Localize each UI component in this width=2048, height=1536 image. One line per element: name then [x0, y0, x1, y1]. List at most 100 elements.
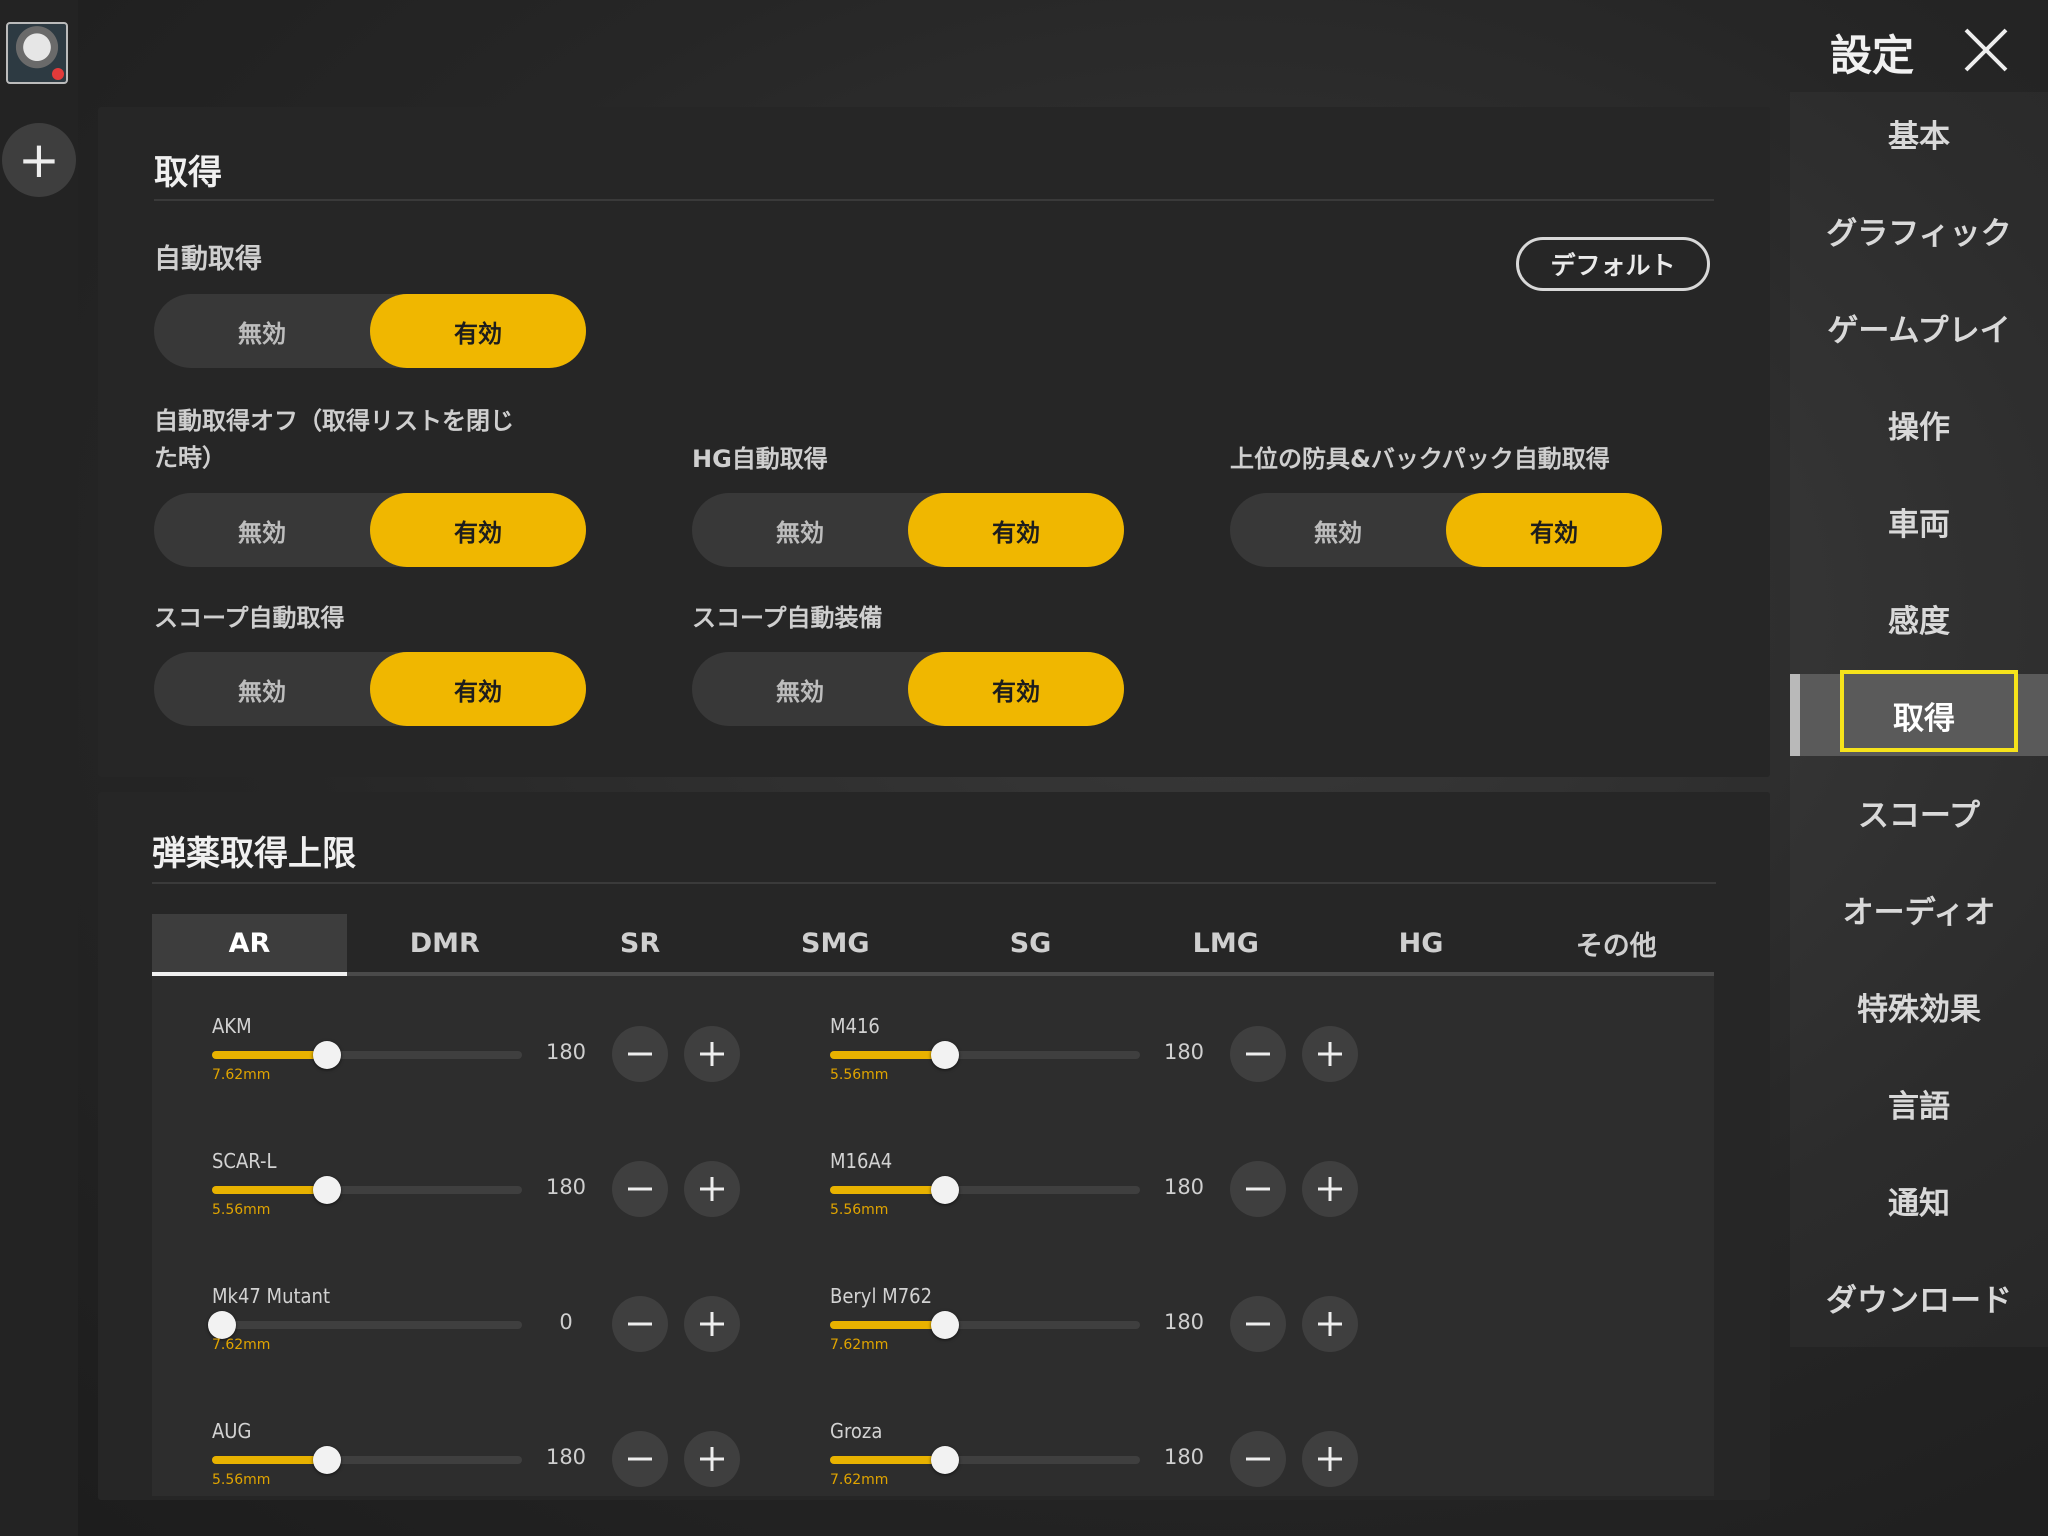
- increase-button[interactable]: [1302, 1296, 1358, 1352]
- slider-handle[interactable]: [208, 1311, 236, 1339]
- weapon-caliber: 7.62mm: [830, 1472, 889, 1488]
- nav-item-9[interactable]: 特殊効果: [1790, 965, 2048, 1047]
- toggle-off[interactable]: 無効: [692, 652, 908, 726]
- tab-1[interactable]: DMR: [347, 914, 542, 972]
- ammo-slider[interactable]: [830, 1176, 1140, 1204]
- scope-auto-pickup-toggle[interactable]: 無効 有効: [154, 652, 586, 726]
- minus-icon: [628, 1052, 652, 1056]
- weapon-name: M416: [830, 1014, 880, 1038]
- toggle-on[interactable]: 有効: [908, 652, 1124, 726]
- slider-handle[interactable]: [931, 1446, 959, 1474]
- plus-icon: [700, 1312, 724, 1336]
- page-title: 設定: [1830, 31, 1915, 80]
- avatar[interactable]: [6, 22, 68, 84]
- toggle-on[interactable]: 有効: [370, 652, 586, 726]
- slider-handle[interactable]: [931, 1176, 959, 1204]
- decrease-button[interactable]: [1230, 1161, 1286, 1217]
- auto-off-toggle[interactable]: 無効 有効: [154, 493, 586, 567]
- slider-fill: [830, 1321, 945, 1329]
- slider-handle[interactable]: [313, 1176, 341, 1204]
- decrease-button[interactable]: [612, 1026, 668, 1082]
- tab-3[interactable]: SMG: [738, 914, 933, 972]
- nav-item-5[interactable]: 感度: [1790, 577, 2048, 659]
- decrease-button[interactable]: [612, 1431, 668, 1487]
- tab-5[interactable]: LMG: [1128, 914, 1323, 972]
- increase-button[interactable]: [1302, 1026, 1358, 1082]
- ammo-value: 180: [1163, 1445, 1205, 1469]
- nav-item-11[interactable]: 通知: [1790, 1159, 2048, 1241]
- ammo-slider[interactable]: [208, 1311, 522, 1339]
- ammo-slider[interactable]: [830, 1311, 1140, 1339]
- slider-handle[interactable]: [313, 1041, 341, 1069]
- scope-auto-equip-toggle[interactable]: 無効 有効: [692, 652, 1124, 726]
- hg-auto-toggle[interactable]: 無効 有効: [692, 493, 1124, 567]
- toggle-off[interactable]: 無効: [154, 294, 370, 368]
- nav-item-6[interactable]: 取得: [1790, 670, 2048, 756]
- ammo-slider[interactable]: [212, 1446, 522, 1474]
- plus-icon: [1318, 1042, 1342, 1066]
- tab-4[interactable]: SG: [933, 914, 1128, 972]
- hg-auto-label: HG自動取得: [692, 445, 828, 473]
- toggle-off[interactable]: 無効: [154, 652, 370, 726]
- decrease-button[interactable]: [1230, 1026, 1286, 1082]
- toggle-on[interactable]: 有効: [908, 493, 1124, 567]
- slider-fill: [212, 1051, 327, 1059]
- increase-button[interactable]: [684, 1431, 740, 1487]
- weapon-caliber: 7.62mm: [212, 1337, 271, 1353]
- nav-item-1[interactable]: グラフィック: [1790, 189, 2048, 271]
- weapon-row: Mk47 Mutant 7.62mm 0: [208, 1284, 772, 1404]
- increase-button[interactable]: [1302, 1161, 1358, 1217]
- toggle-off[interactable]: 無効: [692, 493, 908, 567]
- nav-item-12[interactable]: ダウンロード: [1790, 1256, 2048, 1338]
- increase-button[interactable]: [684, 1161, 740, 1217]
- tab-7[interactable]: その他: [1519, 914, 1714, 972]
- ammo-slider[interactable]: [212, 1176, 522, 1204]
- slider-handle[interactable]: [931, 1311, 959, 1339]
- slider-handle[interactable]: [313, 1446, 341, 1474]
- add-button[interactable]: +: [2, 123, 76, 197]
- nav-item-8[interactable]: オーディオ: [1790, 868, 2048, 950]
- slider-handle[interactable]: [931, 1041, 959, 1069]
- nav-item-2[interactable]: ゲームプレイ: [1790, 286, 2048, 368]
- tab-0[interactable]: AR: [152, 914, 347, 976]
- auto-off-label: 自動取得オフ（取得リストを閉じ た時）: [154, 403, 514, 477]
- increase-button[interactable]: [684, 1026, 740, 1082]
- plus-icon: +: [18, 131, 60, 189]
- nav-item-7[interactable]: スコープ: [1790, 771, 2048, 853]
- nav-item-10[interactable]: 言語: [1790, 1062, 2048, 1144]
- decrease-button[interactable]: [1230, 1431, 1286, 1487]
- ammo-value: 180: [545, 1175, 587, 1199]
- nav-item-3[interactable]: 操作: [1790, 383, 2048, 465]
- tab-2[interactable]: SR: [543, 914, 738, 972]
- decrease-button[interactable]: [1230, 1296, 1286, 1352]
- weapon-caliber: 5.56mm: [830, 1202, 889, 1218]
- divider: [152, 882, 1716, 884]
- ammo-value: 180: [1163, 1310, 1205, 1334]
- decrease-button[interactable]: [612, 1296, 668, 1352]
- toggle-on[interactable]: 有効: [1446, 493, 1662, 567]
- weapon-row: AKM 7.62mm 180: [212, 1014, 772, 1134]
- nav-item-0[interactable]: 基本: [1790, 92, 2048, 174]
- default-button[interactable]: デフォルト: [1516, 237, 1710, 291]
- pickup-title: 取得: [154, 153, 222, 193]
- ammo-slider[interactable]: [830, 1041, 1140, 1069]
- close-button[interactable]: [1958, 22, 2014, 78]
- increase-button[interactable]: [684, 1296, 740, 1352]
- toggle-off[interactable]: 無効: [154, 493, 370, 567]
- toggle-off[interactable]: 無効: [1230, 493, 1446, 567]
- scope-auto-equip-label: スコープ自動装備: [692, 604, 883, 632]
- ammo-slider[interactable]: [212, 1041, 522, 1069]
- ammo-value: 180: [545, 1040, 587, 1064]
- plus-icon: [1318, 1447, 1342, 1471]
- tab-6[interactable]: HG: [1324, 914, 1519, 972]
- decrease-button[interactable]: [612, 1161, 668, 1217]
- increase-button[interactable]: [1302, 1431, 1358, 1487]
- toggle-on[interactable]: 有効: [370, 294, 586, 368]
- toggle-on[interactable]: 有効: [370, 493, 586, 567]
- armor-auto-toggle[interactable]: 無効 有効: [1230, 493, 1662, 567]
- nav-item-4[interactable]: 車両: [1790, 480, 2048, 562]
- weapon-caliber: 5.56mm: [212, 1472, 271, 1488]
- auto-pickup-toggle[interactable]: 無効 有効: [154, 294, 586, 368]
- minus-icon: [628, 1187, 652, 1191]
- ammo-slider[interactable]: [830, 1446, 1140, 1474]
